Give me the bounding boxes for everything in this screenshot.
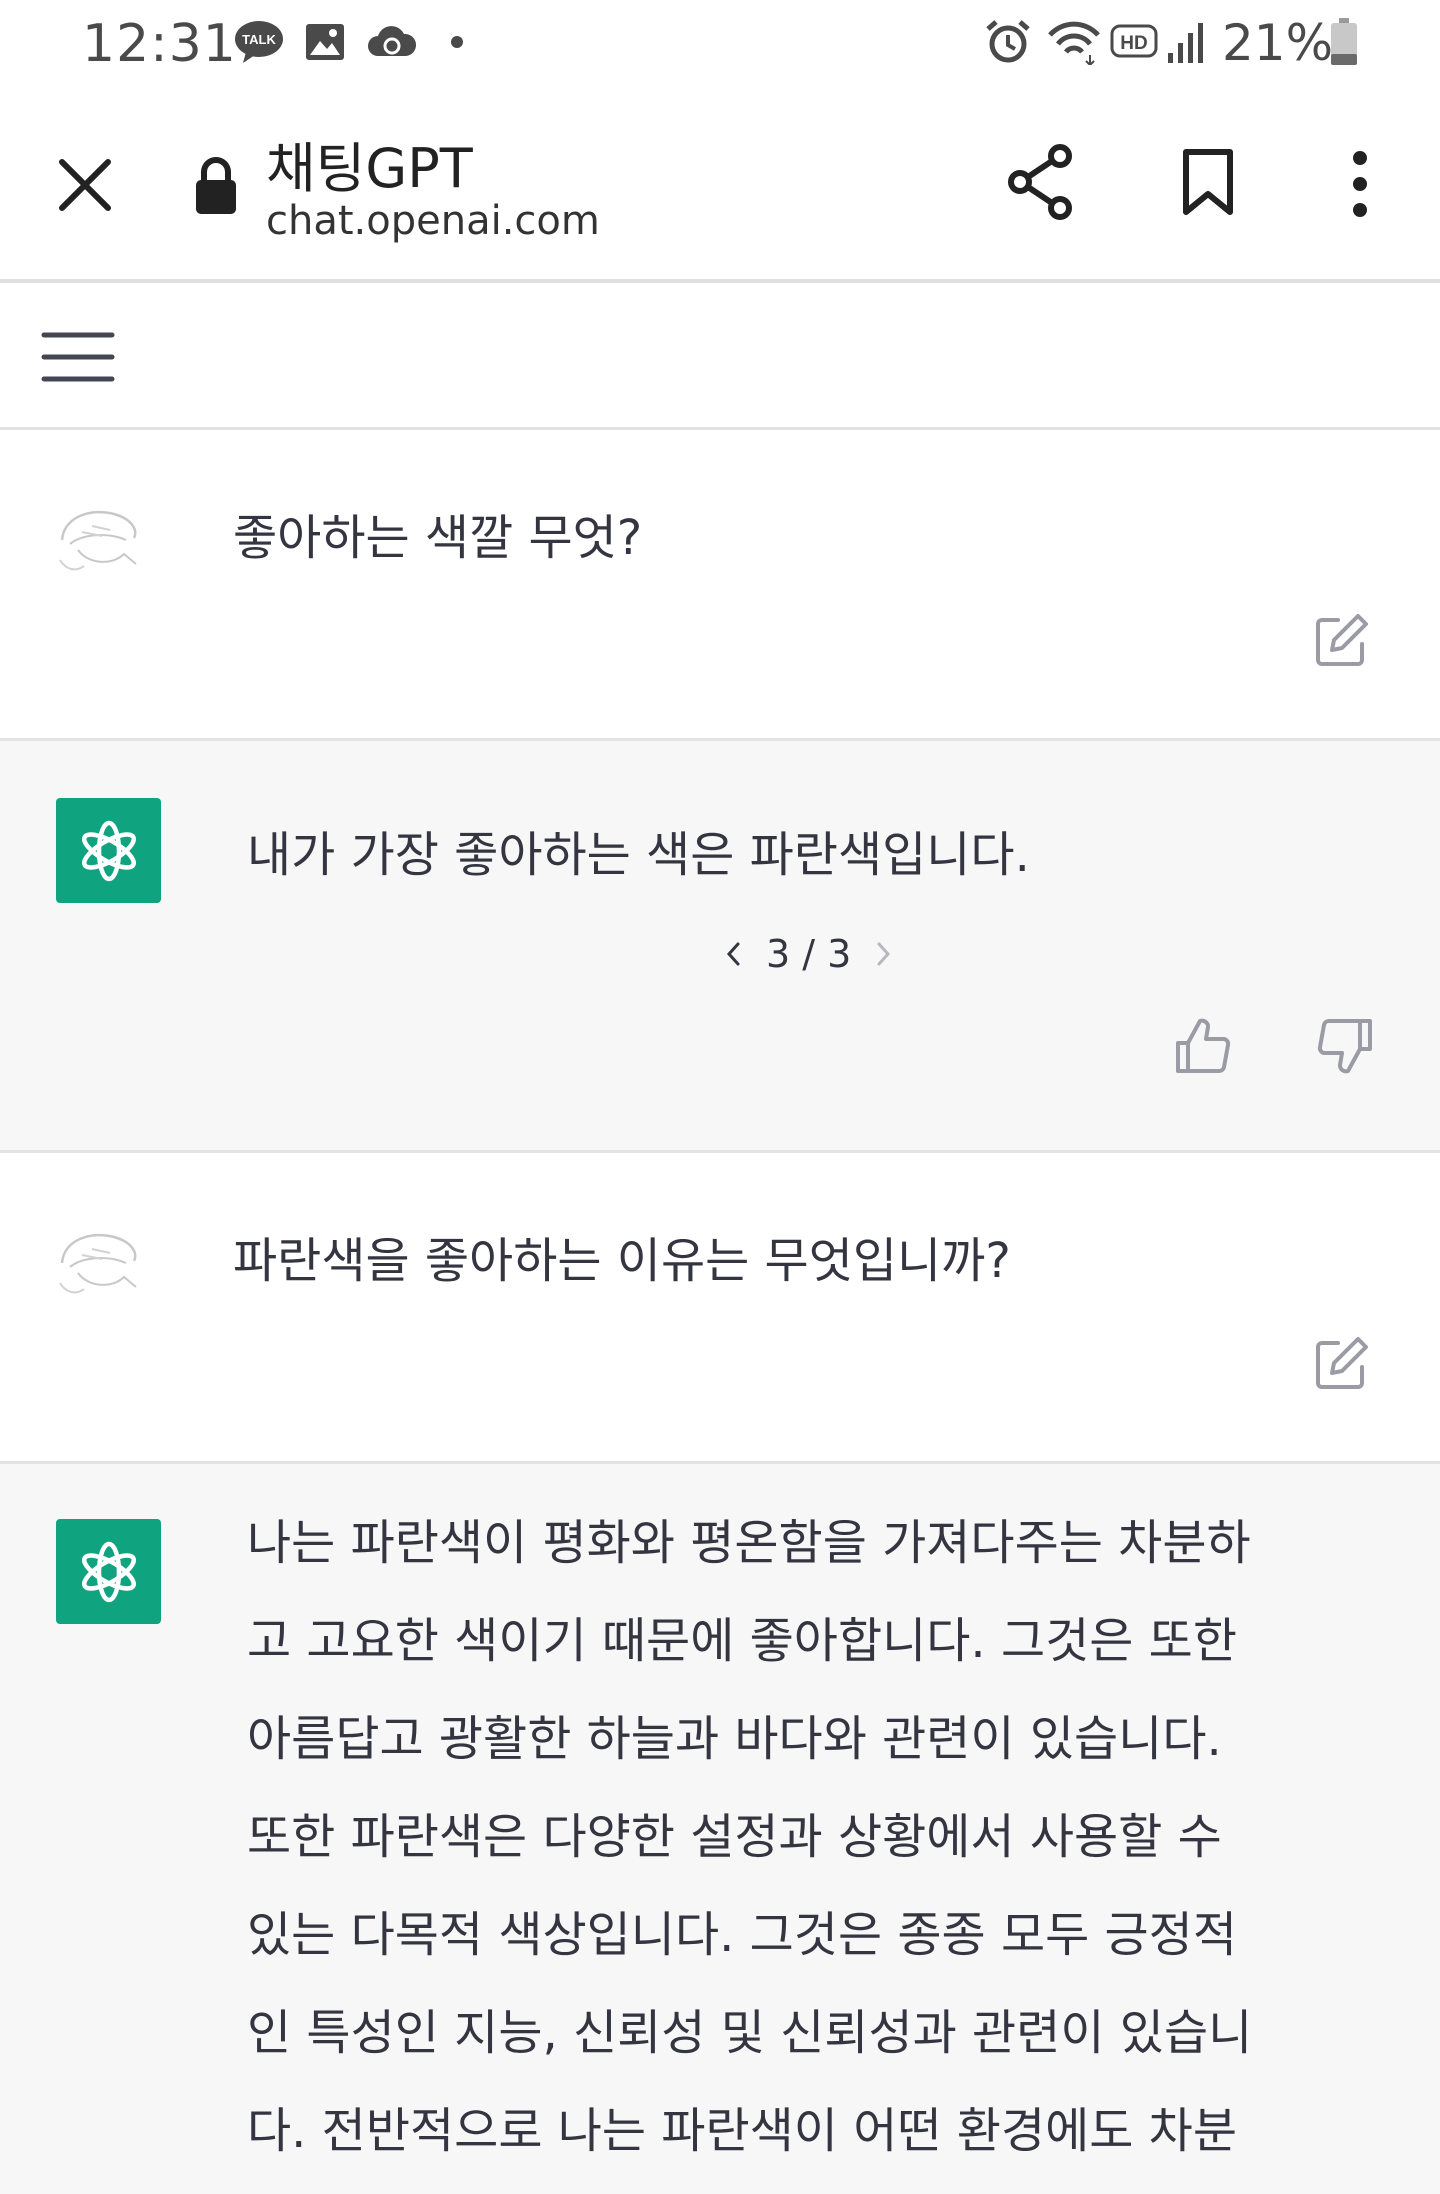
alarm-icon	[984, 18, 1032, 66]
svg-text:TALK: TALK	[242, 32, 276, 47]
message-text: 내가 가장 좋아하는 색은 파란색입니다.	[247, 827, 1030, 883]
message-line: 또한 파란색은 다양한 설정과 상황에서 사용할 수	[247, 1809, 1222, 1865]
message-line: 아름답고 광활한 하늘과 바다와 관련이 있습니다.	[247, 1711, 1222, 1767]
lock-icon[interactable]	[192, 154, 240, 218]
sync-icon	[366, 18, 418, 66]
bookmark-icon	[1183, 149, 1233, 215]
avatar	[52, 486, 148, 582]
thumbs-down-icon	[1317, 1019, 1372, 1074]
message-text: 좋아하는 색깔 무엇?	[233, 510, 643, 566]
dot-icon	[450, 18, 464, 66]
user-message: 파란색을 좋아하는 이유는 무엇입니까?	[0, 1153, 1440, 1464]
thumbs-down-button[interactable]	[1314, 1015, 1376, 1077]
status-time: 12:31	[82, 14, 237, 74]
more-vertical-icon	[1353, 151, 1367, 217]
chevron-left-icon	[726, 942, 740, 966]
status-bar: 12:31 TALK HD 21%	[0, 0, 1440, 90]
thumbs-up-icon	[1176, 1018, 1231, 1073]
site-url[interactable]: chat.openai.com	[266, 198, 600, 244]
pager-label: 3 / 3	[766, 932, 852, 976]
chevron-right-icon	[877, 942, 891, 966]
message-text: 나는 파란색이 평화와 평온함을 가져다주는 차분하 고 고요한 색이기 때문에…	[247, 1494, 1377, 2180]
gallery-icon	[304, 18, 346, 66]
battery-percent: 21%	[1222, 14, 1334, 72]
edit-message-button[interactable]	[1312, 1333, 1372, 1393]
hamburger-icon	[41, 332, 115, 382]
share-icon	[1008, 144, 1072, 220]
message-line: 나는 파란색이 평화와 평온함을 가져다주는 차분하	[247, 1515, 1251, 1571]
message-text: 파란색을 좋아하는 이유는 무엇입니까?	[233, 1233, 1011, 1289]
next-response-button[interactable]	[865, 934, 901, 974]
message-line: 다. 전반적으로 나는 파란색이 어떤 환경에도 차분	[247, 2103, 1238, 2159]
talk-icon: TALK	[234, 18, 284, 66]
browser-toolbar: 채팅GPT chat.openai.com	[0, 90, 1440, 283]
edit-icon	[1316, 614, 1368, 666]
close-icon	[59, 159, 111, 211]
assistant-message: 내가 가장 좋아하는 색은 파란색입니다. 3 / 3	[0, 741, 1440, 1153]
user-message: 좋아하는 색깔 무엇?	[0, 430, 1440, 741]
avatar	[52, 1209, 148, 1305]
message-line: 고 고요한 색이기 때문에 좋아합니다. 그것은 또한	[247, 1613, 1238, 1669]
more-options-button[interactable]	[1338, 146, 1382, 222]
chatgpt-logo-icon	[56, 1519, 161, 1624]
previous-response-button[interactable]	[716, 934, 752, 974]
assistant-message: 나는 파란색이 평화와 평온함을 가져다주는 차분하 고 고요한 색이기 때문에…	[0, 1464, 1440, 2194]
edit-message-button[interactable]	[1312, 610, 1372, 670]
app-header	[0, 283, 1440, 430]
bookmark-button[interactable]	[1178, 148, 1238, 218]
response-pager: 3 / 3	[716, 924, 901, 984]
chatgpt-logo-icon	[56, 798, 161, 903]
page-title: 채팅GPT	[266, 137, 473, 200]
thumbs-up-button[interactable]	[1172, 1015, 1234, 1077]
edit-icon	[1316, 1337, 1368, 1389]
wifi-icon	[1046, 18, 1102, 66]
close-button[interactable]	[50, 150, 120, 220]
message-line: 있는 다목적 색상입니다. 그것은 종종 모두 긍정적	[247, 1907, 1238, 1963]
battery-icon	[1330, 18, 1358, 66]
hd-icon: HD	[1110, 18, 1160, 66]
signal-icon	[1166, 18, 1210, 66]
svg-text:HD: HD	[1120, 33, 1147, 54]
share-button[interactable]	[1004, 142, 1078, 222]
message-line: 인 특성인 지능, 신뢰성 및 신뢰성과 관련이 있습니	[247, 2005, 1253, 2061]
menu-button[interactable]	[38, 329, 118, 385]
